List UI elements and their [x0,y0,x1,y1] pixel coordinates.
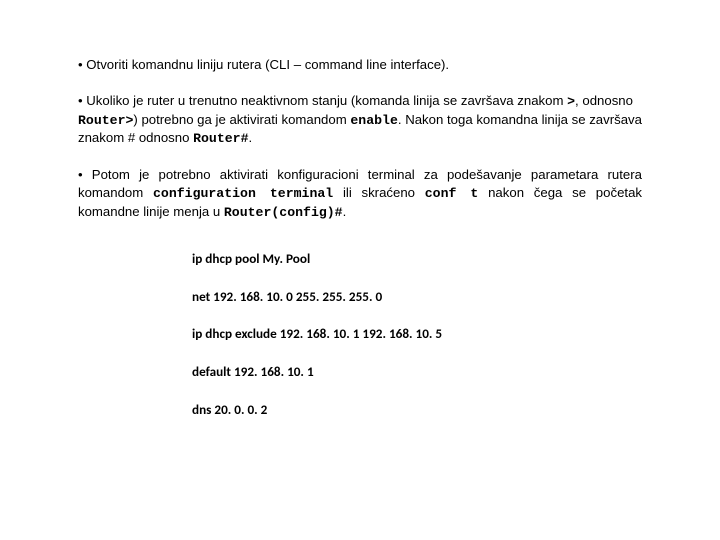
slide-body: • Otvoriti komandnu liniju rutera (CLI –… [0,0,720,540]
bullet-3: • Potom je potrebno aktivirati konfigura… [78,166,642,221]
bullet-1: • Otvoriti komandnu liniju rutera (CLI –… [78,56,642,74]
bullet-1-text: • Otvoriti komandnu liniju rutera (CLI –… [78,57,449,72]
bullet-2-text-e: . [249,130,253,145]
cmd-default: default 192. 168. 10. 1 [192,363,642,381]
inline-code-router-config: Router(config)# [224,205,343,220]
bullet-3-text-d: . [343,204,347,219]
bullet-2-text-b: , odnosno [575,93,633,108]
cmd-pool: ip dhcp pool My. Pool [192,250,642,268]
inline-code-conf-terminal: configuration terminal [153,186,333,201]
command-block: ip dhcp pool My. Pool net 192. 168. 10. … [192,250,642,419]
inline-code-enable: enable [350,113,397,128]
bullet-2-text-a: • Ukoliko je ruter u trenutno neaktivnom… [78,93,567,108]
cmd-exclude: ip dhcp exclude 192. 168. 10. 1 192. 168… [192,325,642,343]
bullet-3-text-b: ili skraćeno [333,185,425,200]
bullet-2-text-c: ) potrebno ga je aktivirati komandom [133,112,350,127]
inline-code-router-prompt: Router> [78,113,133,128]
cmd-net: net 192. 168. 10. 0 255. 255. 255. 0 [192,288,642,306]
cmd-dns: dns 20. 0. 0. 2 [192,401,642,419]
inline-code-router-hash: Router# [193,131,248,146]
inline-code-gt: > [567,94,575,109]
bullet-2: • Ukoliko je ruter u trenutno neaktivnom… [78,92,642,148]
inline-code-conf-t: conf t [425,186,479,201]
